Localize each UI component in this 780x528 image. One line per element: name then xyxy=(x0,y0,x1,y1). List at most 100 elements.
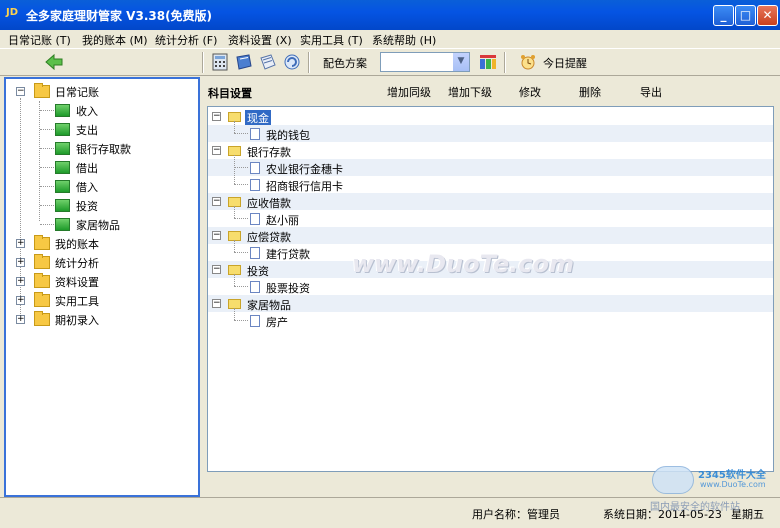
subject-settings-panel: 科目设置 增加同级 增加下级 修改 删除 导出 − 现金 我的钱包 − 银行存款… xyxy=(204,77,776,497)
window-title: 全多家庭理财管家 V3.38(免费版) xyxy=(26,9,213,23)
tree-row-home-goods[interactable]: − 家居物品 xyxy=(208,295,773,312)
tree-item-expense[interactable]: 支出 xyxy=(14,120,194,138)
tree-item-label: 投资 xyxy=(247,265,269,278)
ledger-icon xyxy=(55,104,70,117)
logo-brand: 2345软件大全 xyxy=(698,470,766,481)
tree-item-bank[interactable]: 银行存取款 xyxy=(14,139,194,157)
tree-item-label: 投资 xyxy=(76,200,98,213)
collapse-icon[interactable]: − xyxy=(212,146,221,155)
document-icon xyxy=(250,247,260,259)
tree-line xyxy=(40,205,54,206)
backup-icon[interactable] xyxy=(282,52,302,72)
menu-ledger[interactable]: 我的账本 (M) xyxy=(82,32,148,48)
tree-line xyxy=(234,308,235,320)
tree-row-receivable[interactable]: − 应收借款 xyxy=(208,193,773,210)
tree-row[interactable]: 股票投资 xyxy=(208,274,773,295)
menu-stats[interactable]: 统计分析 (F) xyxy=(155,32,217,48)
notebook-icon[interactable] xyxy=(234,52,254,72)
tree-item-label: 我的账本 xyxy=(55,238,99,251)
tree-item-borrow[interactable]: 借入 xyxy=(14,177,194,195)
add-sibling-button[interactable]: 增加同级 xyxy=(387,84,431,100)
palette-icon[interactable] xyxy=(478,52,498,72)
ledger-icon xyxy=(55,199,70,212)
tree-row-cash[interactable]: − 现金 xyxy=(208,108,773,126)
menu-daily[interactable]: 日常记账 (T) xyxy=(8,32,71,48)
today-reminder-label[interactable]: 今日提醒 xyxy=(543,55,587,71)
logo-url: www.DuoTe.com xyxy=(700,480,766,489)
tree-item-label: 资料设置 xyxy=(55,276,99,289)
collapse-icon[interactable]: − xyxy=(212,265,221,274)
tree-item-invest[interactable]: 投资 xyxy=(14,196,194,214)
add-child-button[interactable]: 增加下级 xyxy=(448,84,492,100)
collapse-icon[interactable]: − xyxy=(16,87,25,96)
logo-slogan: 国内最安全的软件站 xyxy=(650,502,740,513)
color-scheme-select[interactable]: ▼ xyxy=(380,52,470,72)
tree-line xyxy=(234,184,248,185)
tree-item-opening[interactable]: + 期初录入 xyxy=(14,310,194,328)
menu-tools[interactable]: 实用工具 (T) xyxy=(300,32,363,48)
tree-line xyxy=(234,133,248,134)
title-bar[interactable]: JD 全多家庭理财管家 V3.38(免费版) _ □ ✕ xyxy=(0,0,780,30)
tree-item-label: 家居物品 xyxy=(76,219,120,232)
tree-line xyxy=(40,148,54,149)
tree-item-label: 借入 xyxy=(76,181,98,194)
collapse-icon[interactable]: − xyxy=(212,197,221,206)
expand-icon[interactable]: + xyxy=(16,315,25,324)
navigation-tree: − 日常记账 收入 支出 银行存取款 借出 借入 投资 家居物品 + 我的账本 … xyxy=(4,77,200,497)
tree-item-label: 房产 xyxy=(266,316,288,329)
tree-item-home-goods[interactable]: 家居物品 xyxy=(14,215,194,233)
tree-item-my-ledger[interactable]: + 我的账本 xyxy=(14,234,194,252)
tree-row-loan[interactable]: − 应偿贷款 xyxy=(208,227,773,244)
tree-item-settings[interactable]: + 资料设置 xyxy=(14,272,194,290)
tree-item-income[interactable]: 收入 xyxy=(14,101,194,119)
tree-row[interactable]: 我的钱包 xyxy=(208,121,773,142)
tree-line xyxy=(40,167,54,168)
tree-row[interactable]: 招商银行信用卡 xyxy=(208,176,773,193)
close-button[interactable]: ✕ xyxy=(757,5,778,26)
expand-icon[interactable]: + xyxy=(16,239,25,248)
alarm-clock-icon[interactable] xyxy=(518,52,538,72)
toolbar-separator xyxy=(202,52,204,73)
chevron-down-icon[interactable]: ▼ xyxy=(452,53,469,71)
tree-line xyxy=(234,274,235,286)
tree-line xyxy=(234,218,248,219)
expand-icon[interactable]: + xyxy=(16,296,25,305)
collapse-icon[interactable]: − xyxy=(212,231,221,240)
tree-row[interactable]: 赵小丽 xyxy=(208,206,773,227)
tree-row[interactable]: 房产 xyxy=(208,308,773,329)
menu-settings[interactable]: 资料设置 (X) xyxy=(228,32,292,48)
collapse-icon[interactable]: − xyxy=(212,112,221,121)
tree-item-label: 建行贷款 xyxy=(266,248,310,261)
folder-icon xyxy=(34,292,50,307)
tree-item-label: 现金 xyxy=(245,110,271,126)
toolbar-separator xyxy=(504,52,506,73)
expand-icon[interactable]: + xyxy=(16,258,25,267)
tree-item-lend[interactable]: 借出 xyxy=(14,158,194,176)
tree-item-stats[interactable]: + 统计分析 xyxy=(14,253,194,271)
collapse-icon[interactable]: − xyxy=(212,299,221,308)
tree-item-label: 统计分析 xyxy=(55,257,99,270)
edit-button[interactable]: 修改 xyxy=(519,84,541,100)
subject-tree: − 现金 我的钱包 − 银行存款 农业银行金穗卡 招商银行信用卡 − 应收借款 … xyxy=(207,106,774,472)
tree-item-label: 支出 xyxy=(76,124,98,137)
document-icon xyxy=(250,128,260,140)
tree-item-daily[interactable]: − 日常记账 xyxy=(14,82,194,100)
tree-item-label: 期初录入 xyxy=(55,314,99,327)
tree-item-tools[interactable]: + 实用工具 xyxy=(14,291,194,309)
back-arrow-icon[interactable] xyxy=(44,52,64,72)
tree-item-label: 招商银行信用卡 xyxy=(266,180,343,193)
menu-help[interactable]: 系统帮助 (H) xyxy=(372,32,436,48)
tree-row[interactable]: 农业银行金穗卡 xyxy=(208,155,773,184)
delete-button[interactable]: 删除 xyxy=(579,84,601,100)
maximize-button[interactable]: □ xyxy=(735,5,756,26)
tree-item-label: 银行存款 xyxy=(247,146,291,159)
watermark: www.DuoTe.com xyxy=(352,250,574,278)
export-button[interactable]: 导出 xyxy=(640,84,662,100)
tree-row-bank[interactable]: − 银行存款 xyxy=(208,142,773,159)
book-icon[interactable] xyxy=(258,52,278,72)
expand-icon[interactable]: + xyxy=(16,277,25,286)
calculator-icon[interactable] xyxy=(210,52,230,72)
minimize-button[interactable]: _ xyxy=(713,5,734,26)
tree-item-label: 实用工具 xyxy=(55,295,99,308)
ledger-icon xyxy=(55,161,70,174)
